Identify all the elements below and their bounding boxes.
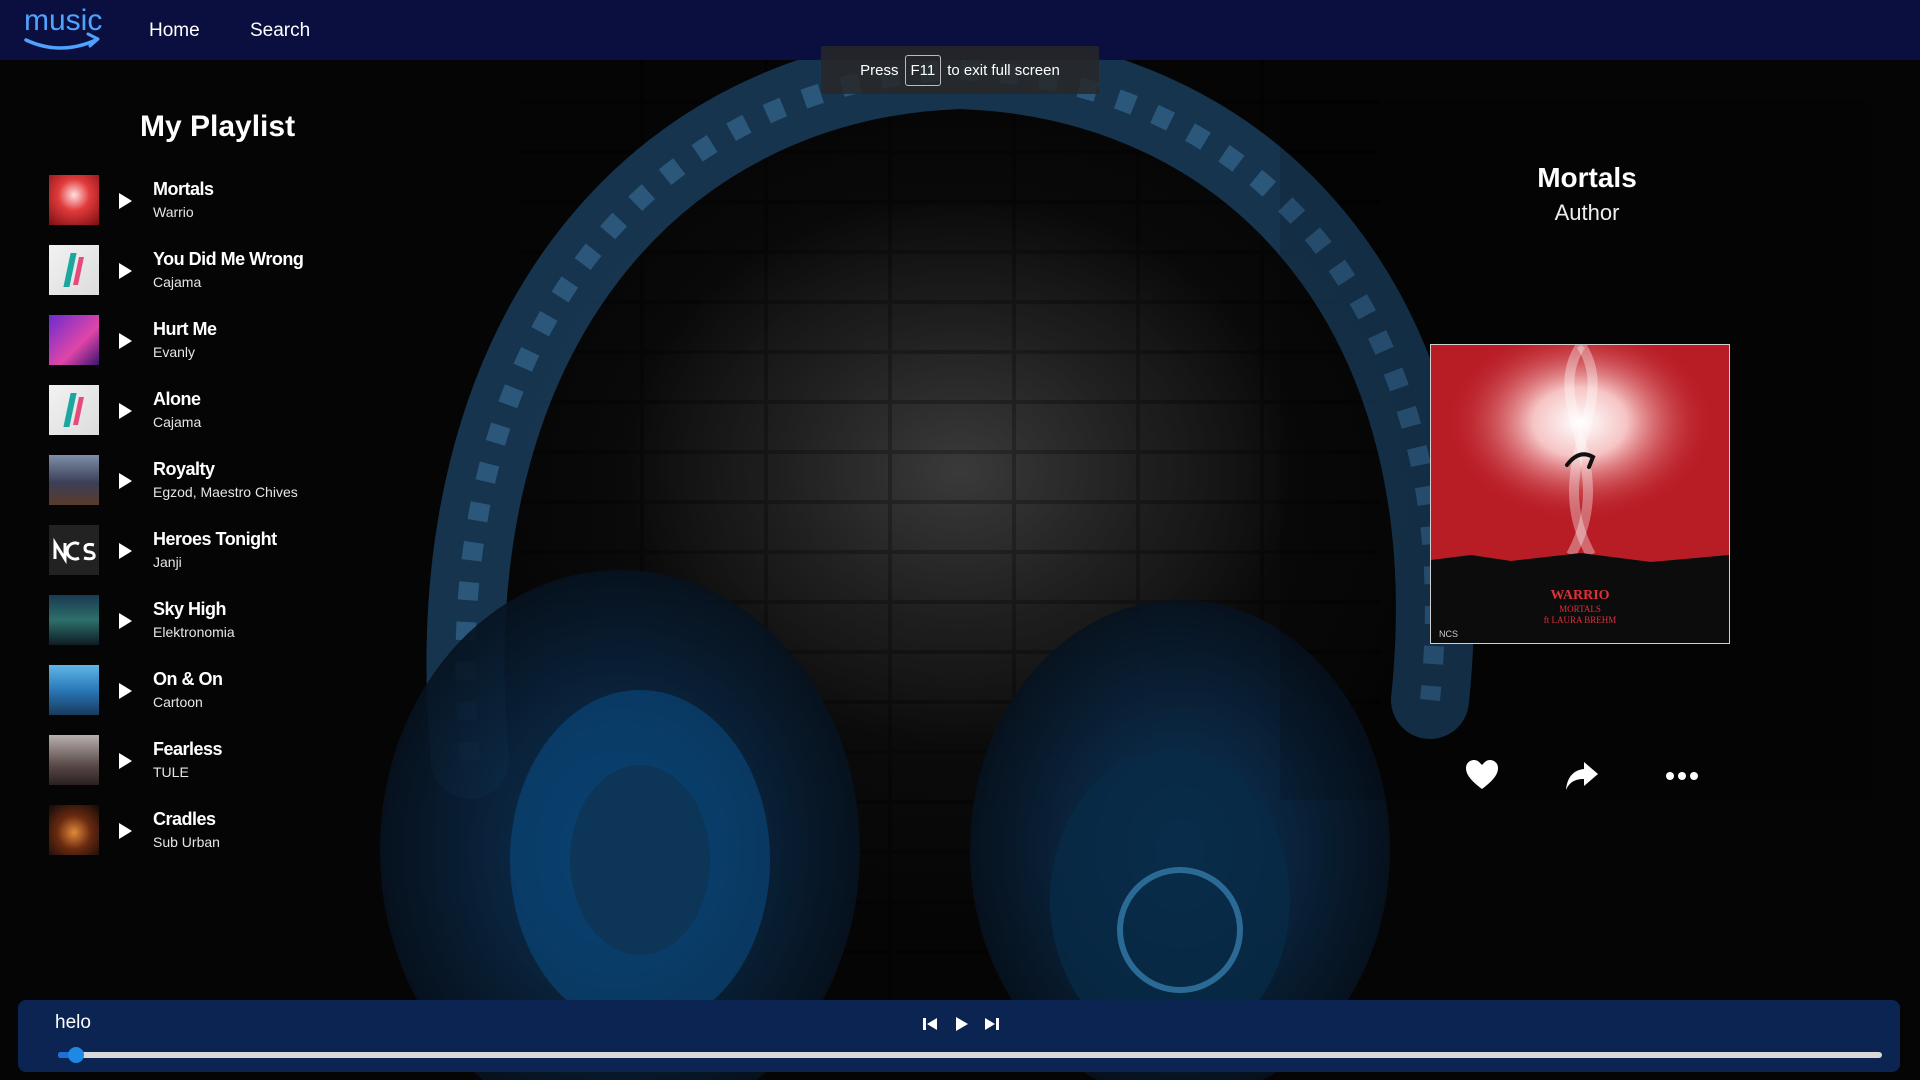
play-icon[interactable] [950, 1013, 972, 1035]
next-track-icon[interactable] [981, 1013, 1003, 1035]
cover-artist-text: WARRIO [1550, 588, 1609, 603]
nav-search-link[interactable]: Search [250, 20, 310, 42]
play-icon[interactable] [119, 753, 132, 769]
play-icon[interactable] [119, 613, 132, 629]
track-name: You Did Me Wrong [153, 249, 304, 269]
playlist-track[interactable]: Heroes Tonight Janji [49, 525, 349, 577]
play-icon[interactable] [119, 263, 132, 279]
playlist-track[interactable]: Royalty Egzod, Maestro Chives [49, 455, 349, 507]
album-cover-art: WARRIO MORTALS ft LAURA BREHM NCS [1431, 345, 1729, 643]
track-name: Hurt Me [153, 319, 217, 339]
play-icon[interactable] [119, 333, 132, 349]
track-artist: Evanly [153, 344, 196, 360]
track-thumbnail [49, 805, 99, 855]
play-icon[interactable] [119, 543, 132, 559]
track-artist: Elektronomia [153, 624, 235, 640]
fullscreen-key: F11 [904, 54, 942, 86]
progress-slider[interactable] [58, 1047, 1882, 1063]
playlist-track[interactable]: Mortals Warrio [49, 175, 349, 227]
cover-title-text: MORTALS [1559, 604, 1601, 614]
amazon-music-logo[interactable]: music [22, 4, 104, 52]
track-name: Alone [153, 389, 201, 409]
play-icon[interactable] [119, 823, 132, 839]
previous-track-icon[interactable] [919, 1013, 941, 1035]
ncs-logo-icon [53, 537, 96, 565]
cover-label-text: NCS [1439, 629, 1458, 639]
fullscreen-notice-suffix: to exit full screen [947, 61, 1060, 79]
track-thumbnail [49, 665, 99, 715]
track-thumbnail [49, 525, 99, 575]
share-arrow-icon[interactable] [1562, 756, 1602, 796]
album-cover: WARRIO MORTALS ft LAURA BREHM NCS [1430, 344, 1730, 644]
cover-feat-text: ft LAURA BREHM [1544, 615, 1617, 625]
track-thumbnail [49, 175, 99, 225]
play-icon[interactable] [119, 683, 132, 699]
track-thumbnail [49, 245, 99, 295]
play-icon[interactable] [119, 403, 132, 419]
track-thumbnail [49, 385, 99, 435]
track-artist: Janji [153, 554, 182, 570]
progress-handle[interactable] [68, 1047, 85, 1063]
smile-arrow-icon [24, 32, 100, 50]
track-artist: TULE [153, 764, 189, 780]
track-thumbnail [49, 595, 99, 645]
track-artist: Egzod, Maestro Chives [153, 484, 298, 500]
track-name: Sky High [153, 599, 227, 619]
track-artist: Sub Urban [153, 834, 220, 850]
track-artist: Warrio [153, 204, 194, 220]
track-name: On & On [153, 669, 223, 689]
more-options-icon[interactable] [1662, 756, 1702, 796]
track-thumbnail [49, 315, 99, 365]
playlist-track[interactable]: Cradles Sub Urban [49, 805, 349, 857]
track-artist: Cajama [153, 414, 202, 430]
like-heart-icon[interactable] [1462, 756, 1502, 796]
track-artist: Cartoon [153, 694, 203, 710]
fullscreen-notice-prefix: Press [860, 61, 899, 79]
playlist-track[interactable]: Hurt Me Evanly [49, 315, 349, 367]
playlist-track[interactable]: Alone Cajama [49, 385, 349, 437]
playlist-track[interactable]: Sky High Elektronomia [49, 595, 349, 647]
nav-home-link[interactable]: Home [149, 20, 200, 42]
track-name: Mortals [153, 179, 214, 199]
player-bar: helo [18, 1000, 1900, 1072]
track-artist: Cajama [153, 274, 202, 290]
play-icon[interactable] [119, 193, 132, 209]
playlist-track[interactable]: Fearless TULE [49, 735, 349, 787]
track-thumbnail [49, 455, 99, 505]
player-track-name: helo [55, 1012, 91, 1033]
now-playing-author: Author [1554, 200, 1620, 225]
playlist-track[interactable]: On & On Cartoon [49, 665, 349, 717]
fullscreen-notice: Press F11 to exit full screen [821, 46, 1099, 94]
track-name: Royalty [153, 459, 215, 479]
playlist-track[interactable]: You Did Me Wrong Cajama [49, 245, 349, 297]
now-playing-title: Mortals [1537, 162, 1637, 193]
track-name: Heroes Tonight [153, 529, 277, 549]
track-name: Cradles [153, 809, 216, 829]
track-thumbnail [49, 735, 99, 785]
playlist-title: My Playlist [140, 110, 296, 143]
play-icon[interactable] [119, 473, 132, 489]
track-name: Fearless [153, 739, 223, 759]
